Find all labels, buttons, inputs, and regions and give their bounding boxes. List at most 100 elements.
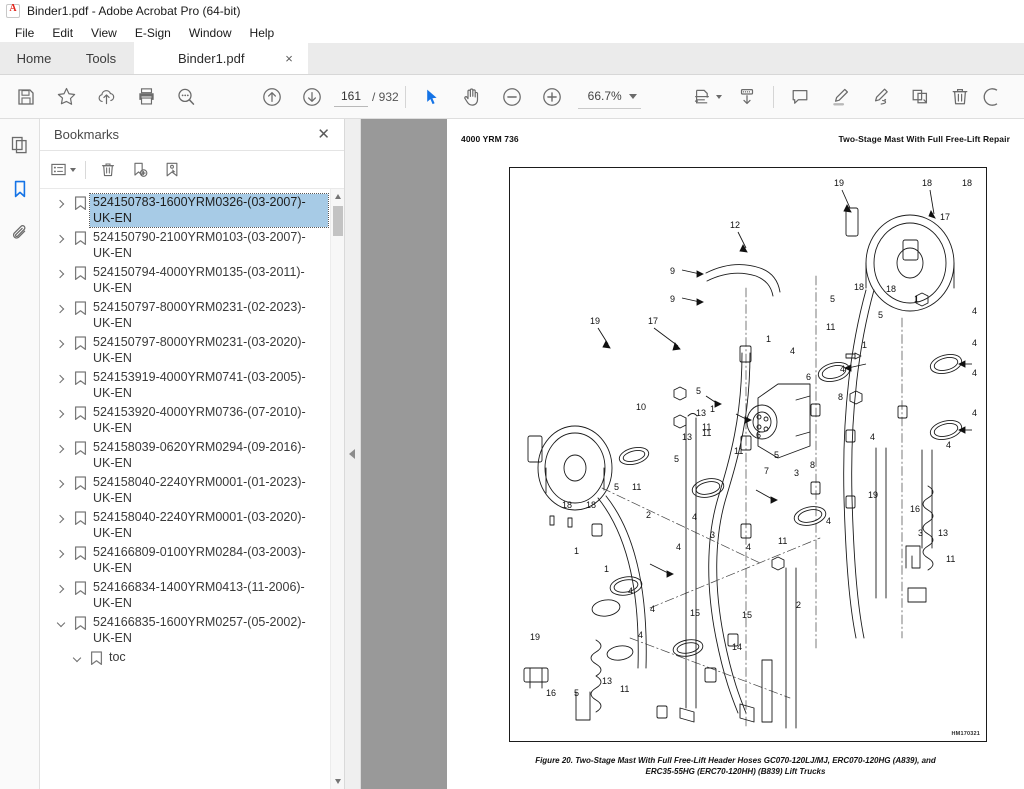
menu-window[interactable]: Window [180,25,241,41]
svg-text:4: 4 [870,432,875,442]
search-button[interactable] [166,77,206,117]
collapse-panel-arrow-icon[interactable] [349,449,355,459]
bookmark-item[interactable]: 524158039-0620YRM0294-(09-2016)-UK-EN [40,438,330,473]
bookmarks-icon[interactable] [4,173,36,205]
fit-page-button[interactable] [687,77,727,117]
save-button[interactable] [6,77,46,117]
draw-freehand-button[interactable] [860,77,900,117]
chevron-right-icon[interactable] [52,510,70,528]
add-to-favorites-button[interactable] [46,77,86,117]
svg-text:18: 18 [922,178,932,188]
svg-text:4: 4 [972,338,977,348]
svg-text:16: 16 [546,688,556,698]
chevron-down-icon[interactable] [628,93,637,99]
chevron-right-icon[interactable] [52,265,70,283]
chevron-right-icon[interactable] [52,475,70,493]
zoom-out-button[interactable] [492,77,532,117]
delete-bookmark-icon[interactable] [93,156,123,184]
delete-button[interactable] [940,77,980,117]
previous-page-button[interactable] [252,77,292,117]
svg-text:14: 14 [732,642,742,652]
bookmark-item[interactable]: 524166834-1400YRM0413-(11-2006)-UK-EN [40,578,330,613]
scroll-mode-button[interactable] [727,77,767,117]
scroll-down-arrow-icon[interactable] [331,774,344,789]
acrobat-logo-icon [6,3,20,18]
bookmark-item[interactable]: 524153920-4000YRM0736-(07-2010)-UK-EN [40,403,330,438]
tab-document[interactable]: Binder1.pdf × [134,42,308,74]
bookmark-item[interactable]: 524158040-2240YRM0001-(01-2023)-UK-EN [40,473,330,508]
menu-edit[interactable]: Edit [43,25,82,41]
menu-esign[interactable]: E-Sign [126,25,180,41]
bookmark-icon [70,441,90,456]
tab-close-icon[interactable]: × [280,52,298,65]
bookmark-label: 524150797-8000YRM0231-(03-2020)-UK-EN [93,335,306,365]
bookmark-item[interactable]: 524150797-8000YRM0231-(03-2020)-UK-EN [40,333,330,368]
stamp-edit-button[interactable] [900,77,940,117]
bookmark-item[interactable]: 524166835-1600YRM0257-(05-2002)-UK-EN [40,613,330,648]
window-title: Binder1.pdf - Adobe Acrobat Pro (64-bit) [27,4,241,18]
bookmark-item[interactable]: 524150797-8000YRM0231-(02-2023)-UK-EN [40,298,330,333]
cloud-upload-button[interactable] [86,77,126,117]
svg-text:6: 6 [806,372,811,382]
page-thumbnails-icon[interactable] [4,129,36,161]
chevron-down-icon-options[interactable] [70,167,76,172]
bookmark-icon [70,406,90,421]
menu-view[interactable]: View [82,25,126,41]
svg-text:18: 18 [586,500,596,510]
chevron-right-icon[interactable] [52,440,70,458]
chevron-right-icon[interactable] [52,545,70,563]
chevron-down-icon[interactable] [68,650,86,668]
bookmark-item[interactable]: 524158040-2240YRM0001-(03-2020)-UK-EN [40,508,330,543]
tab-home[interactable]: Home [0,42,68,74]
menu-help[interactable]: Help [241,25,284,41]
document-viewer[interactable]: 4000 YRM 736 Two-Stage Mast With Full Fr… [361,119,1024,789]
print-button[interactable] [126,77,166,117]
bookmark-label: 524166809-0100YRM0284-(03-2003)-UK-EN [93,545,306,575]
add-comment-button[interactable] [780,77,820,117]
chevron-right-icon[interactable] [52,300,70,318]
page-number-input[interactable] [334,86,368,107]
zoom-in-button[interactable] [532,77,572,117]
bookmark-item[interactable]: 524166809-0100YRM0284-(03-2003)-UK-EN [40,543,330,578]
bookmark-item[interactable]: 524150790-2100YRM0103-(03-2007)-UK-EN [40,228,330,263]
bookmark-item[interactable]: 524153919-4000YRM0741-(03-2005)-UK-EN [40,368,330,403]
chevron-right-icon[interactable] [52,335,70,353]
attachments-paperclip-icon[interactable] [4,217,36,249]
select-tool-button[interactable] [412,77,452,117]
scrollbar-thumb[interactable] [333,206,343,236]
more-tools-button[interactable] [980,77,1004,117]
close-panel-icon[interactable]: ✕ [313,125,334,144]
svg-text:17: 17 [648,316,658,326]
chevron-right-icon[interactable] [52,405,70,423]
zoom-level-value: 66.7% [587,89,622,103]
figure-caption: Figure 20. Two-Stage Mast With Full Free… [467,755,1004,777]
menu-file[interactable]: File [6,25,43,41]
highlight-text-button[interactable] [820,77,860,117]
bookmark-item[interactable]: 524150783-1600YRM0326-(03-2007)-UK-EN [40,193,330,228]
new-bookmark-icon[interactable] [125,156,155,184]
bookmark-label: 524153919-4000YRM0741-(03-2005)-UK-EN [93,370,306,400]
scroll-up-arrow-icon[interactable] [331,189,344,204]
edit-bookmark-icon[interactable] [157,156,187,184]
bookmarks-scrollbar[interactable] [330,189,344,789]
bookmarks-list[interactable]: 524150783-1600YRM0326-(03-2007)-UK-EN 524… [40,189,330,789]
panel-splitter[interactable] [345,119,361,789]
chevron-right-icon[interactable] [52,370,70,388]
svg-text:19: 19 [834,178,844,188]
svg-text:4: 4 [972,368,977,378]
next-page-button[interactable] [292,77,332,117]
tab-tools[interactable]: Tools [68,42,134,74]
chevron-right-icon[interactable] [52,230,70,248]
bookmark-item[interactable]: toc [40,648,330,669]
chevron-right-icon[interactable] [52,195,70,213]
hand-tool-button[interactable] [452,77,492,117]
chevron-down-icon-fit[interactable] [715,94,722,99]
chevron-right-icon[interactable] [52,580,70,598]
svg-text:4: 4 [946,440,951,450]
bookmark-item[interactable]: 524150794-4000YRM0135-(03-2011)-UK-EN [40,263,330,298]
zoom-level-control[interactable]: 66.7% [577,85,641,109]
list-options-icon[interactable] [48,156,78,184]
chevron-down-icon[interactable] [52,615,70,633]
workspace: Bookmarks ✕ 524150783-1600YRM0326-(03-20… [0,119,1024,789]
page-header-left: 4000 YRM 736 [461,134,519,144]
